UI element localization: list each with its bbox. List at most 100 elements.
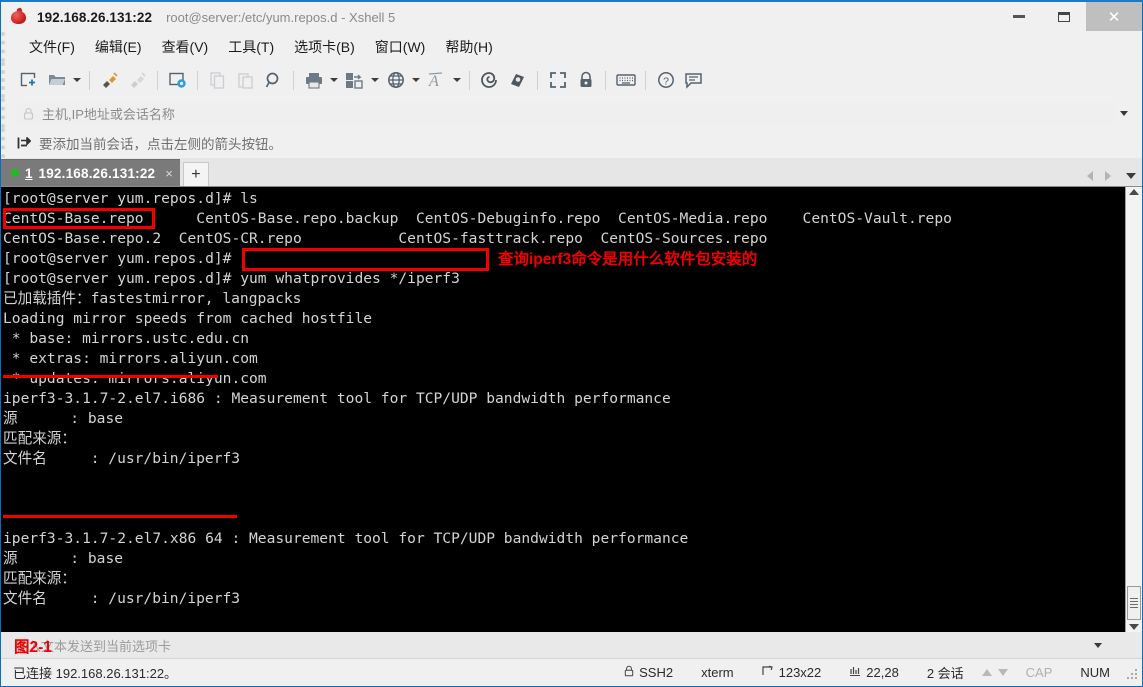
menu-edit[interactable]: 编辑(E) [85, 34, 152, 60]
chevron-right-icon[interactable] [1102, 169, 1114, 183]
chevron-down-icon[interactable] [1124, 169, 1138, 183]
close-button[interactable]: ✕ [1086, 2, 1142, 31]
lock-icon [23, 107, 34, 120]
fullscreen-icon[interactable] [544, 67, 571, 93]
disconnect-plug-icon[interactable] [124, 67, 151, 93]
terminal-line: * updates: mirrors.aliyun.com [3, 370, 267, 387]
toolbar-separator [89, 70, 90, 90]
menu-tools[interactable]: 工具(T) [218, 34, 284, 60]
print-dropdown[interactable] [328, 67, 340, 93]
cursor-icon [849, 665, 861, 680]
window-title-path: root@server:/etc/yum.repos.d - Xshell 5 [166, 9, 396, 25]
xshell-icon [9, 7, 29, 27]
terminal-line: 已加载插件：fastestmirror, langpacks [3, 290, 302, 307]
quick-connect-placeholder: 主机,IP地址或会话名称 [42, 106, 175, 122]
status-size-label: 123x22 [778, 665, 822, 680]
status-size: 123x22 [748, 665, 836, 680]
xshell-window: 192.168.26.131:22 root@server:/etc/yum.r… [0, 0, 1143, 687]
chevron-down-icon[interactable] [1120, 110, 1128, 116]
quick-connect-bar: 主机,IP地址或会话名称 [1, 98, 1142, 128]
send-text-bar[interactable]: 输入文本发送到当前选项卡 图2-1 [1, 632, 1142, 658]
terminal-line: [root@server yum.repos.d]# yum whatprovi… [3, 270, 460, 287]
menu-tabs[interactable]: 选项卡(B) [284, 34, 365, 60]
connect-plug-icon[interactable] [96, 67, 123, 93]
session-properties-icon[interactable] [164, 67, 191, 93]
copy-icon[interactable] [204, 67, 231, 93]
terminal-line: 匹配来源： [3, 570, 76, 587]
arrow-up-icon [982, 669, 992, 676]
tab-session-1[interactable]: 1 192.168.26.131:22 × [1, 159, 180, 186]
tab-close-icon[interactable]: × [165, 166, 173, 181]
print-icon[interactable] [300, 67, 327, 93]
quick-connect-input[interactable]: 主机,IP地址或会话名称 [17, 102, 1114, 124]
terminal-scrollbar[interactable] [1125, 187, 1142, 632]
scrollbar-thumb[interactable] [1127, 586, 1141, 620]
file-transfer-dropdown[interactable] [369, 67, 381, 93]
status-transfer-indicators [978, 669, 1012, 676]
maximize-icon [1057, 11, 1070, 22]
resize-grip[interactable] [1124, 666, 1138, 680]
status-cursor: 22,28 [835, 665, 913, 680]
title-bar: 192.168.26.131:22 root@server:/etc/yum.r… [1, 2, 1142, 32]
toolbar-separator [469, 70, 470, 90]
chevron-left-icon[interactable] [1084, 169, 1096, 183]
terminal-line: 匹配来源： [3, 430, 76, 447]
open-folder-icon[interactable] [43, 67, 70, 93]
globe-dropdown[interactable] [410, 67, 422, 93]
minimize-button[interactable] [996, 2, 1041, 31]
font-dropdown[interactable] [451, 67, 463, 93]
session-hint-bar: 要添加当前会话，点击左侧的箭头按钮。 [1, 128, 1142, 158]
scroll-down-icon[interactable] [1129, 624, 1139, 630]
status-protocol: SSH2 [610, 665, 687, 680]
new-tab-button[interactable]: + [182, 162, 209, 186]
status-connection: 已连接 192.168.26.131:22。 [13, 666, 178, 681]
chat-icon[interactable] [680, 67, 707, 93]
paste-icon[interactable] [232, 67, 259, 93]
lock-icon[interactable] [572, 67, 599, 93]
lock-icon [624, 665, 634, 680]
toolbar-separator [197, 70, 198, 90]
tab-number: 1 [25, 165, 33, 181]
session-hint-text: 要添加当前会话，点击左侧的箭头按钮。 [39, 137, 282, 152]
figure-label: 图2-1 [14, 639, 52, 656]
help-icon[interactable]: ? [652, 67, 679, 93]
terminal-output[interactable]: [root@server yum.repos.d]# ls CentOS-Base… [1, 187, 1125, 632]
terminal-line: CentOS-Base.repo CentOS-Base.repo.backup… [3, 210, 952, 227]
scroll-up-icon[interactable] [1129, 189, 1139, 195]
keyboard-icon[interactable] [612, 67, 639, 93]
chevron-down-icon[interactable] [1094, 642, 1102, 648]
menu-window[interactable]: 窗口(W) [365, 34, 436, 60]
terminal-line: 源 : base [3, 410, 124, 427]
status-cursor-label: 22,28 [866, 665, 899, 680]
status-caps: CAP [1025, 665, 1053, 680]
file-transfer-icon[interactable] [341, 67, 368, 93]
menu-file[interactable]: 文件(F) [19, 34, 85, 60]
terminal-line: Loading mirror speeds from cached hostfi… [3, 310, 373, 327]
font-icon[interactable]: A [423, 67, 450, 93]
terminal-line: 文件名 : /usr/bin/iperf3 [3, 450, 241, 467]
new-session-icon[interactable] [15, 67, 42, 93]
maximize-button[interactable] [1041, 2, 1086, 31]
toolbar-separator [293, 70, 294, 90]
shell-icon[interactable] [476, 67, 503, 93]
terminal-line: CentOS-Base.repo.2 CentOS-CR.repo CentOS… [3, 230, 768, 247]
terminal-line: 文件名 : /usr/bin/iperf3 [3, 590, 241, 607]
find-icon[interactable] [260, 67, 287, 93]
tunnel-icon[interactable] [504, 67, 531, 93]
open-folder-dropdown[interactable] [71, 67, 83, 93]
toolbar-separator [605, 70, 606, 90]
window-controls: ✕ [996, 2, 1142, 31]
status-num: NUM [1080, 665, 1110, 680]
terminal-line: iperf3-3.1.7-2.el7.x86 64 : Measurement … [3, 530, 689, 547]
terminal-line: * extras: mirrors.aliyun.com [3, 350, 258, 367]
menu-view[interactable]: 查看(V) [152, 34, 219, 60]
globe-icon[interactable] [382, 67, 409, 93]
status-sessions: 2 会话 [926, 666, 964, 681]
status-protocol-label: SSH2 [639, 665, 674, 680]
menu-help[interactable]: 帮助(H) [435, 34, 502, 60]
close-icon: ✕ [1107, 8, 1121, 26]
